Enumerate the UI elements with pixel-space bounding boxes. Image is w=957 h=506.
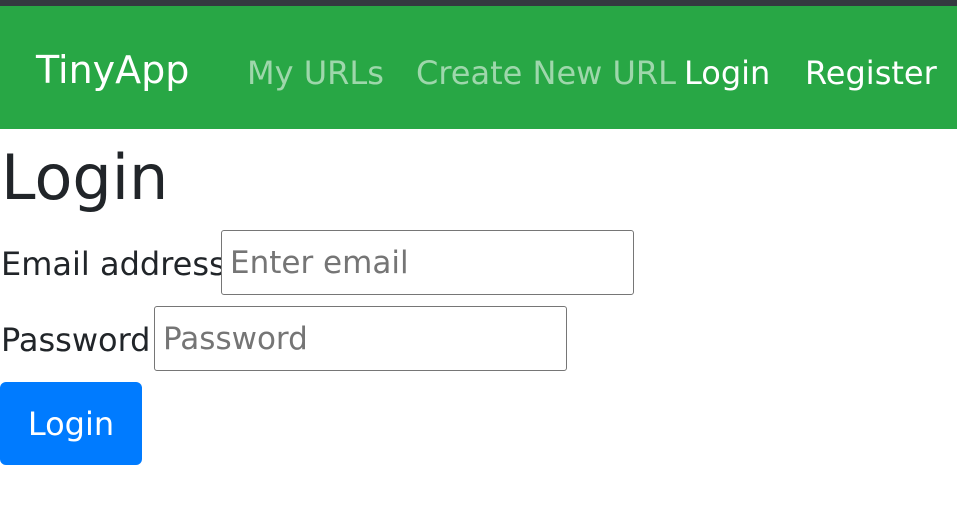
- email-input[interactable]: [221, 230, 634, 295]
- login-submit-button[interactable]: Login: [0, 382, 142, 465]
- brand-link[interactable]: TinyApp: [36, 48, 189, 92]
- nav-create-new-url-link[interactable]: Create New URL: [416, 53, 676, 93]
- navbar: TinyApp My URLs Create New URL Login Reg…: [0, 6, 957, 129]
- main-content: Login Email address Password Login: [0, 129, 957, 506]
- nav-login-link[interactable]: Login: [684, 53, 770, 93]
- nav-my-urls-link[interactable]: My URLs: [247, 53, 384, 93]
- password-label: Password: [1, 321, 151, 359]
- password-input[interactable]: [154, 306, 567, 371]
- nav-register-link[interactable]: Register: [805, 53, 937, 93]
- email-label: Email address: [1, 245, 226, 283]
- page-title: Login: [1, 141, 169, 214]
